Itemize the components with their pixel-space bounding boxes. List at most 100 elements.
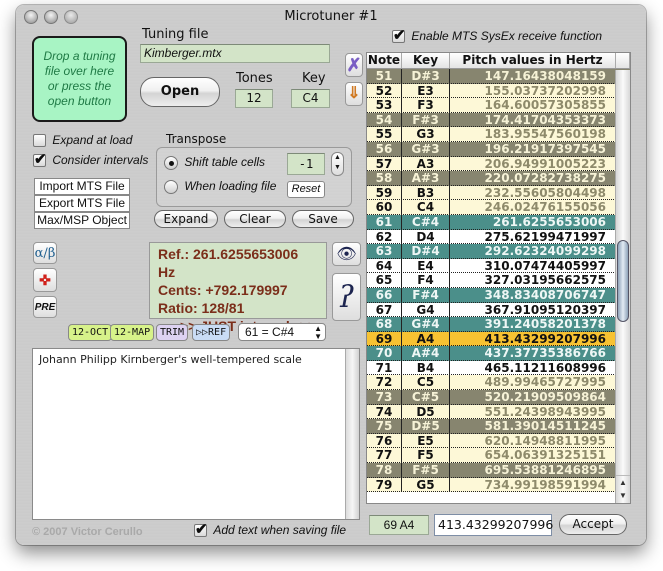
note-cell[interactable]: 79	[367, 477, 402, 491]
table-row[interactable]: 73 C#5 520.21909509864	[367, 390, 630, 405]
expand-at-load-check[interactable]	[33, 134, 46, 148]
note-cell[interactable]: 62	[367, 229, 402, 243]
note-cell[interactable]: 72	[367, 375, 402, 389]
clear-button[interactable]: Clear	[224, 210, 286, 228]
key-cell[interactable]: A#4	[402, 346, 450, 360]
pitch-cell[interactable]: 437.37735386766	[450, 346, 616, 360]
table-row[interactable]: 72 C5 489.99465727995	[367, 375, 630, 391]
shift-table-radio-dot[interactable]	[164, 155, 178, 170]
note-cell[interactable]: 54	[367, 112, 402, 127]
key-cell[interactable]: F#5	[402, 463, 450, 477]
note-cell[interactable]: 75	[367, 419, 402, 433]
note-cell[interactable]: 52	[367, 83, 402, 97]
expand-at-load-checkbox[interactable]: Expand at load	[33, 133, 132, 148]
pitch-cell[interactable]: 734.99198591994	[450, 478, 616, 492]
enable-mts-checkbox[interactable]: Enable MTS SysEx receive function	[392, 26, 602, 44]
note-cell[interactable]: 71	[367, 360, 402, 375]
pitch-cell[interactable]: 155.03737202998	[450, 84, 616, 98]
shift-table-radio[interactable]: Shift table cells	[164, 155, 265, 170]
pitch-cell[interactable]: 196.21917397545	[450, 142, 616, 156]
add-text-checkbox[interactable]: Add text when saving file	[194, 520, 346, 538]
when-loading-radio[interactable]: When loading file	[164, 179, 276, 194]
key-cell[interactable]: D#5	[402, 419, 450, 433]
key-cell[interactable]: C#5	[402, 390, 450, 404]
header-note[interactable]: Note	[367, 53, 402, 68]
pitch-cell[interactable]: 695.53881246895	[450, 463, 616, 477]
table-row[interactable]: 65 F4 327.03195662575	[367, 273, 630, 288]
table-row[interactable]: 68 G#4 391.24058201378	[367, 317, 630, 332]
note-cell[interactable]: 60	[367, 200, 402, 214]
key-cell[interactable]: C#4	[402, 214, 450, 229]
pitch-cell[interactable]: 292.62324099298	[450, 244, 616, 258]
12-map-button[interactable]: 12-MAP	[110, 324, 155, 341]
pitch-cell[interactable]: 367.91095120397	[450, 303, 616, 317]
key-cell[interactable]: F#4	[402, 287, 450, 302]
note-cell[interactable]: 59	[367, 185, 402, 200]
table-row[interactable]: 55 G3 183.95547560198	[367, 127, 630, 142]
note-cell[interactable]: 57	[367, 156, 402, 170]
table-row[interactable]: 53 F3 164.60057305855	[367, 98, 630, 113]
key-field[interactable]: C4	[291, 89, 330, 108]
key-cell[interactable]: G#3	[402, 141, 450, 156]
table-row[interactable]: 54 F#3 174.41704353373	[367, 112, 630, 128]
key-cell[interactable]: A3	[402, 156, 450, 170]
ref-note-select[interactable]: 61 = C#4 ▲ ▼	[238, 323, 326, 341]
key-cell[interactable]: C4	[402, 200, 450, 214]
key-cell[interactable]: G5	[402, 477, 450, 491]
note-cell[interactable]: 65	[367, 273, 402, 287]
table-row[interactable]: 67 G4 367.91095120397	[367, 302, 630, 318]
note-cell[interactable]: 63	[367, 244, 402, 258]
open-button[interactable]: Open	[140, 77, 220, 107]
drop-zone[interactable]: Drop a tuning file over here or press th…	[32, 36, 127, 122]
key-cell[interactable]: E3	[402, 83, 450, 97]
scroll-down-icon[interactable]: ▼	[616, 489, 630, 503]
alpha-beta-button[interactable]: α/β	[33, 242, 57, 264]
key-cell[interactable]: D#4	[402, 244, 450, 258]
note-cell[interactable]: 69	[367, 331, 402, 345]
pitch-cell[interactable]: 551.24398943995	[450, 405, 616, 419]
12-oct-button[interactable]: 12-OCT	[68, 324, 113, 341]
view-button[interactable]: 👁	[332, 242, 361, 266]
note-cell[interactable]: 77	[367, 448, 402, 462]
pitch-cell[interactable]: 413.43299207996	[450, 332, 616, 346]
note-cell[interactable]: 53	[367, 98, 402, 112]
maxmsp-object-button[interactable]: Max/MSP Object	[34, 212, 130, 229]
note-cell[interactable]: 51	[367, 69, 402, 83]
note-cell[interactable]: 56	[367, 141, 402, 156]
pitch-cell[interactable]: 465.11211608996	[450, 361, 616, 375]
pitch-cell[interactable]: 147.16438048159	[450, 69, 616, 83]
key-cell[interactable]: F3	[402, 98, 450, 112]
pitch-cell[interactable]: 520.21909509864	[450, 390, 616, 404]
key-cell[interactable]: G3	[402, 127, 450, 141]
table-row[interactable]: 52 E3 155.03737202998	[367, 83, 630, 99]
enable-mts-check[interactable]	[392, 26, 406, 44]
pitch-cell[interactable]: 654.06391325151	[450, 448, 616, 463]
key-cell[interactable]: D#3	[402, 69, 450, 83]
export-mts-button[interactable]: Export MTS File	[34, 195, 130, 212]
table-row[interactable]: 64 E4 310.07474405997	[367, 258, 630, 274]
table-row[interactable]: 79 G5 734.99198591994	[367, 477, 630, 493]
tones-field[interactable]: 12	[235, 89, 273, 108]
key-cell[interactable]: B3	[402, 185, 450, 200]
pitch-cell[interactable]: 183.95547560198	[450, 127, 616, 142]
header-key[interactable]: Key	[402, 53, 450, 68]
accept-button[interactable]: Accept	[559, 514, 627, 535]
scroll-up-icon[interactable]: ▲	[616, 475, 630, 489]
table-row[interactable]: 75 D#5 581.39014511245	[367, 419, 630, 434]
stepper-down-icon[interactable]: ▼	[334, 164, 341, 171]
key-cell[interactable]: C5	[402, 375, 450, 389]
download-file-button[interactable]: ⇓	[345, 82, 363, 106]
note-cell[interactable]: 74	[367, 404, 402, 418]
pitch-cell[interactable]: 220.07282738275	[450, 171, 616, 185]
pitch-cell[interactable]: 489.99465727995	[450, 375, 616, 390]
pitch-cell[interactable]: 206.94991005223	[450, 157, 616, 171]
table-row[interactable]: 71 B4 465.11211608996	[367, 360, 630, 376]
table-scrollbar[interactable]: ▲ ▼	[615, 70, 630, 503]
key-cell[interactable]: E5	[402, 433, 450, 448]
note-cell[interactable]: 70	[367, 346, 402, 360]
key-cell[interactable]: A4	[402, 331, 450, 345]
key-cell[interactable]: E4	[402, 258, 450, 273]
table-row[interactable]: 59 B3 232.55605804498	[367, 185, 630, 201]
description-textarea[interactable]: Johann Philipp Kirnberger's well-tempere…	[32, 348, 360, 520]
pitch-cell[interactable]: 310.07474405997	[450, 259, 616, 273]
